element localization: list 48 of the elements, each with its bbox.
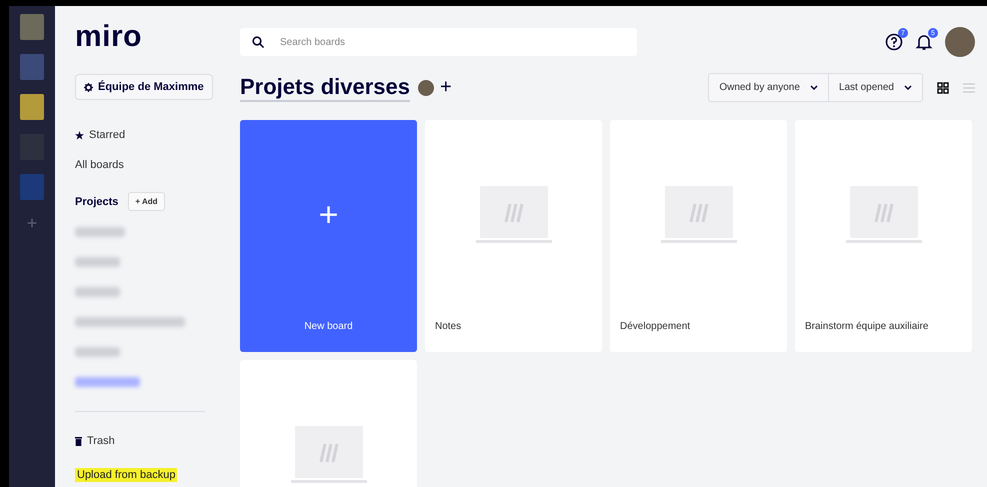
workspace-thumbnail[interactable] <box>20 94 44 120</box>
nav-item[interactable]: Starred <box>75 120 225 150</box>
add-member-button[interactable]: + <box>434 76 458 99</box>
redacted-project-item[interactable] <box>75 347 120 357</box>
settings-icon <box>84 82 93 92</box>
workspace-thumbnail[interactable] <box>20 54 44 80</box>
redacted-project-item[interactable] <box>75 257 120 267</box>
nav-item[interactable]: All boards <box>75 150 225 180</box>
board-thumbnail-icon <box>846 186 922 244</box>
user-avatar[interactable] <box>945 27 975 57</box>
team-button[interactable]: Équipe de Maximme <box>75 74 213 100</box>
board-thumbnail-icon <box>476 186 552 244</box>
redacted-project-item[interactable] <box>75 227 125 237</box>
page-title: Projets diverses <box>240 74 410 102</box>
redacted-project-item[interactable] <box>75 377 140 387</box>
board-title: Développement <box>620 321 690 332</box>
board-title: Notes <box>435 321 462 332</box>
redacted-project-item[interactable] <box>75 317 185 327</box>
search-field[interactable]: Search boards <box>240 28 637 56</box>
star-icon <box>75 130 84 140</box>
filter-dropdown[interactable]: Owned by anyone <box>709 74 829 101</box>
board-thumbnail-icon <box>660 186 736 244</box>
upload-link[interactable]: Upload from backup <box>75 468 178 482</box>
redacted-project-item[interactable] <box>75 287 120 297</box>
board-thumbnail-icon <box>290 426 366 484</box>
workspace-thumbnail[interactable] <box>20 14 44 40</box>
grid-icon <box>937 82 949 94</box>
workspace-thumbnail[interactable] <box>20 174 44 200</box>
projects-heading: Projects <box>75 196 118 208</box>
filter-dropdown[interactable]: Last opened <box>828 74 922 101</box>
add-project-button[interactable]: + Add <box>128 192 165 211</box>
board-card[interactable]: Développement <box>610 120 787 352</box>
member-avatar <box>418 80 434 96</box>
list-icon <box>963 82 975 92</box>
chevron-down-icon <box>810 85 818 90</box>
bell-icon[interactable] <box>915 33 933 51</box>
trash-item[interactable]: Trash <box>75 426 225 456</box>
help-icon[interactable] <box>885 33 903 51</box>
grid-view-button[interactable] <box>937 82 949 94</box>
board-card[interactable]: Brainstorm équipe auxiliaire <box>795 120 972 352</box>
chevron-down-icon <box>904 85 912 90</box>
board-title: Brainstorm équipe auxiliaire <box>805 321 928 332</box>
logo: miro <box>75 20 144 54</box>
list-view-button[interactable] <box>963 82 975 92</box>
new-board-button[interactable]: + New board <box>240 120 417 352</box>
board-card[interactable]: Notes <box>425 120 602 352</box>
plus-icon: + <box>318 198 338 232</box>
trash-icon <box>75 436 82 446</box>
